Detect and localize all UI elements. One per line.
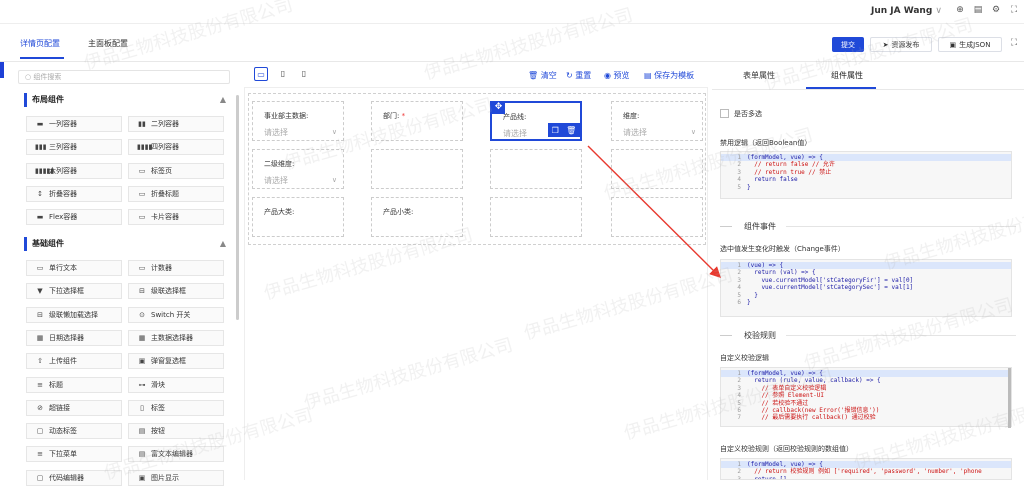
annotation-arrow	[587, 145, 721, 278]
